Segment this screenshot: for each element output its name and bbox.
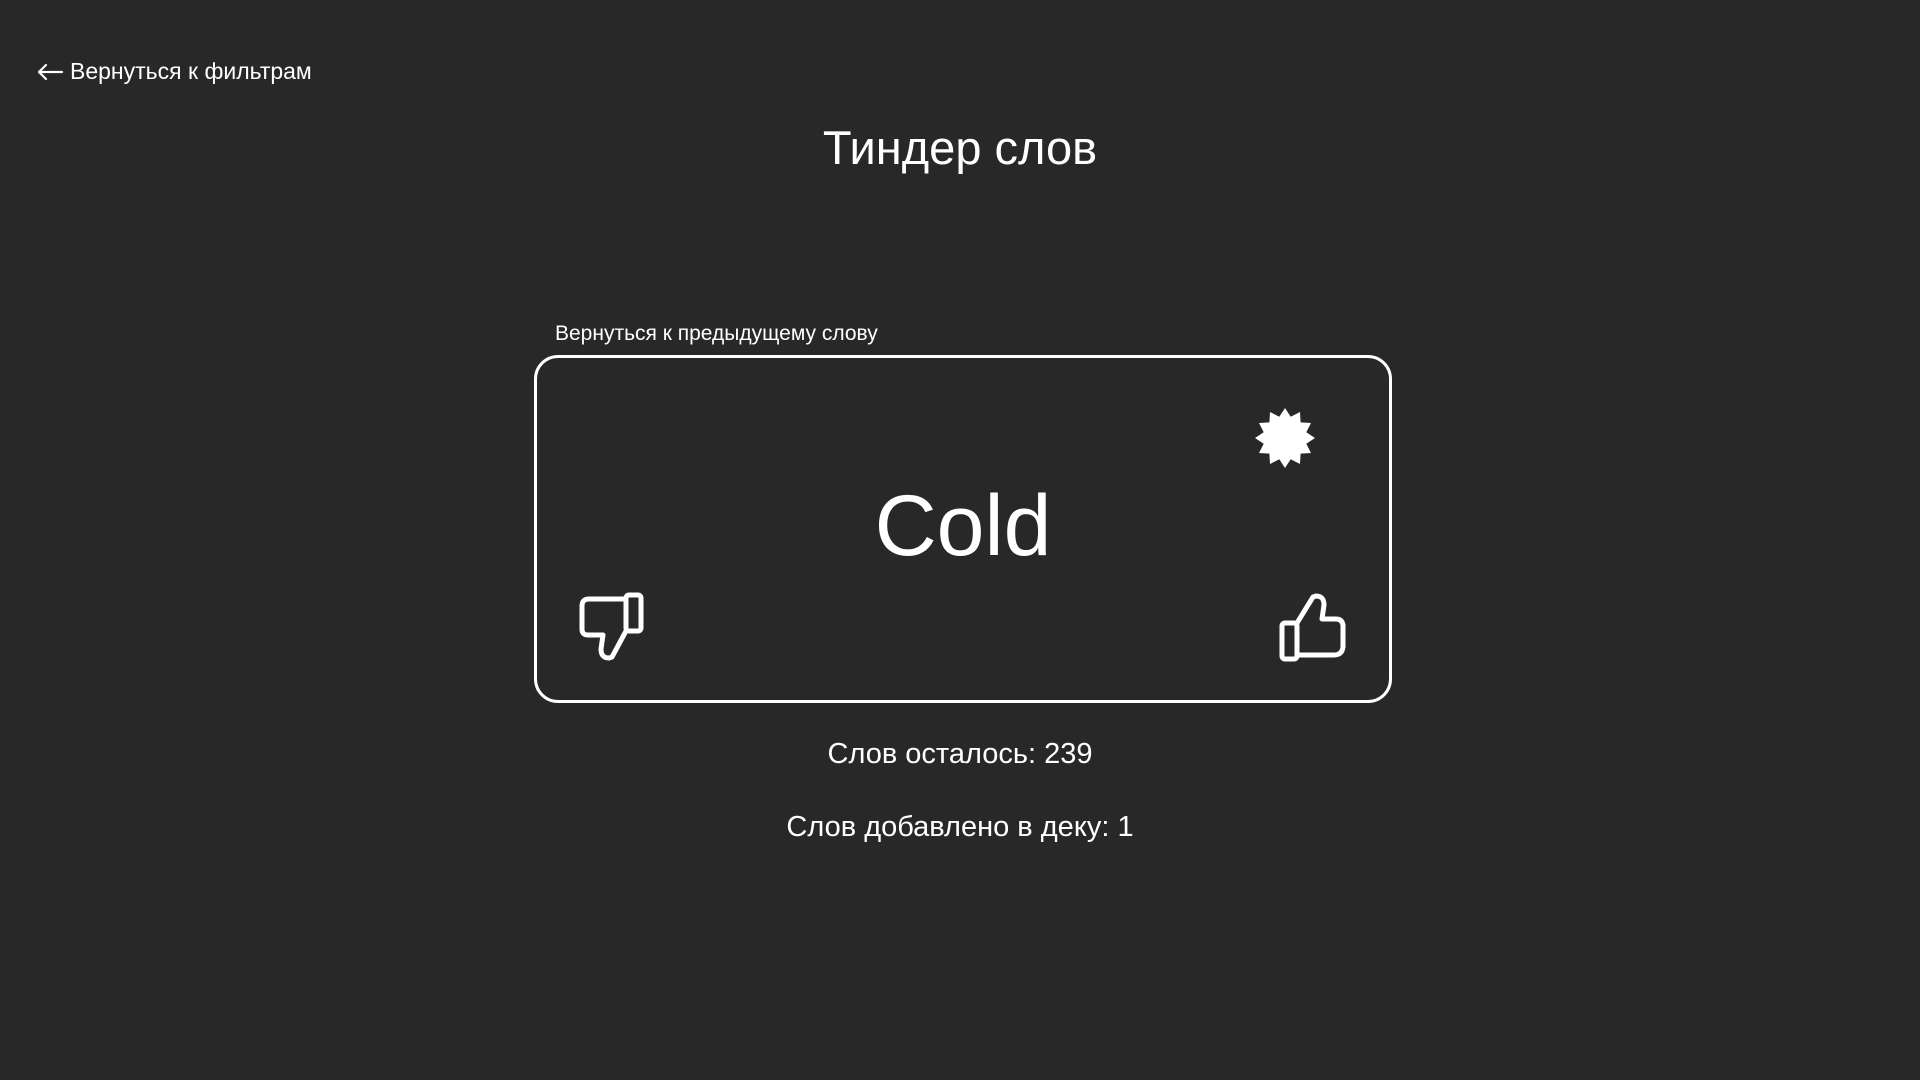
thumbs-up-icon[interactable] bbox=[1278, 591, 1348, 663]
word-tinder-page: Вернуться к фильтрам Тиндер слов Вернуть… bbox=[0, 0, 1920, 1080]
back-to-filters-label: Вернуться к фильтрам bbox=[70, 58, 312, 84]
card-word: Cold bbox=[874, 478, 1052, 574]
previous-word-link[interactable]: Вернуться к предыдущему слову bbox=[555, 322, 878, 346]
word-card: Cold bbox=[534, 355, 1392, 703]
words-remaining-counter: Слов осталось: 239 bbox=[827, 738, 1093, 770]
words-added-counter: Слов добавлено в деку: 1 bbox=[786, 811, 1134, 843]
back-to-filters-link[interactable]: Вернуться к фильтрам bbox=[36, 58, 312, 85]
badge-star-icon[interactable] bbox=[1253, 406, 1317, 470]
page-title: Тиндер слов bbox=[822, 121, 1098, 174]
thumbs-down-icon[interactable] bbox=[577, 591, 647, 663]
arrow-left-icon bbox=[36, 62, 64, 82]
